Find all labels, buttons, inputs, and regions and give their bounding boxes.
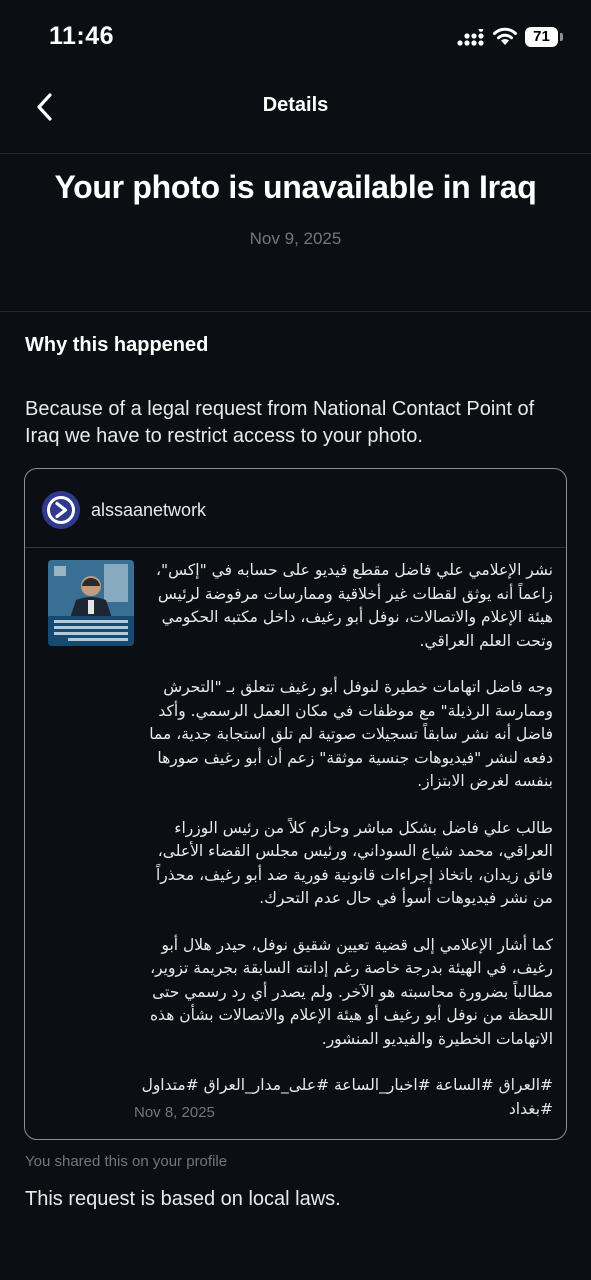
battery-tip xyxy=(560,33,563,41)
cellular-signal-icon xyxy=(457,29,484,46)
post-paragraph: كما أشار الإعلامي إلى قضية تعيين شقيق نو… xyxy=(149,935,553,1048)
status-time: 11:46 xyxy=(49,22,115,50)
restricted-post-card[interactable]: alssaanetwork نشر الإعلامي علي فاضل مقطع… xyxy=(24,468,567,1140)
avatar[interactable] xyxy=(42,491,80,529)
reason-text: Because of a legal request from National… xyxy=(25,398,535,447)
nav-bar: Details xyxy=(0,74,591,154)
post-body: نشر الإعلامي علي فاضل مقطع فيديو على حسا… xyxy=(133,559,553,1121)
battery-icon: 71 xyxy=(525,27,558,47)
notice-date: Nov 9, 2025 xyxy=(249,229,342,248)
notice-header: Your photo is unavailable in Iraq Nov 9,… xyxy=(0,155,591,312)
status-bar: 11:46 71 xyxy=(0,0,591,74)
nav-title: Details xyxy=(262,94,329,116)
post-paragraph: نشر الإعلامي علي فاضل مقطع فيديو على حسا… xyxy=(156,561,553,650)
post-date: Nov 8, 2025 xyxy=(134,1104,215,1121)
post-username[interactable]: alssaanetwork xyxy=(91,500,206,521)
post-paragraph: طالب علي فاضل بشكل مباشر وحازم كلاً من ر… xyxy=(155,818,553,908)
why-title: Why this happened xyxy=(25,334,209,356)
post-thumbnail[interactable] xyxy=(48,560,134,646)
local-laws-note: This request is based on local laws. xyxy=(25,1188,341,1210)
page-title: Your photo is unavailable in Iraq xyxy=(54,169,537,205)
shared-note: You shared this on your profile xyxy=(25,1153,228,1170)
post-paragraph: وجه فاضل اتهامات خطيرة لنوفل أبو رغيف تت… xyxy=(149,678,553,790)
post-header: alssaanetwork xyxy=(25,469,566,548)
wifi-icon xyxy=(493,27,517,45)
